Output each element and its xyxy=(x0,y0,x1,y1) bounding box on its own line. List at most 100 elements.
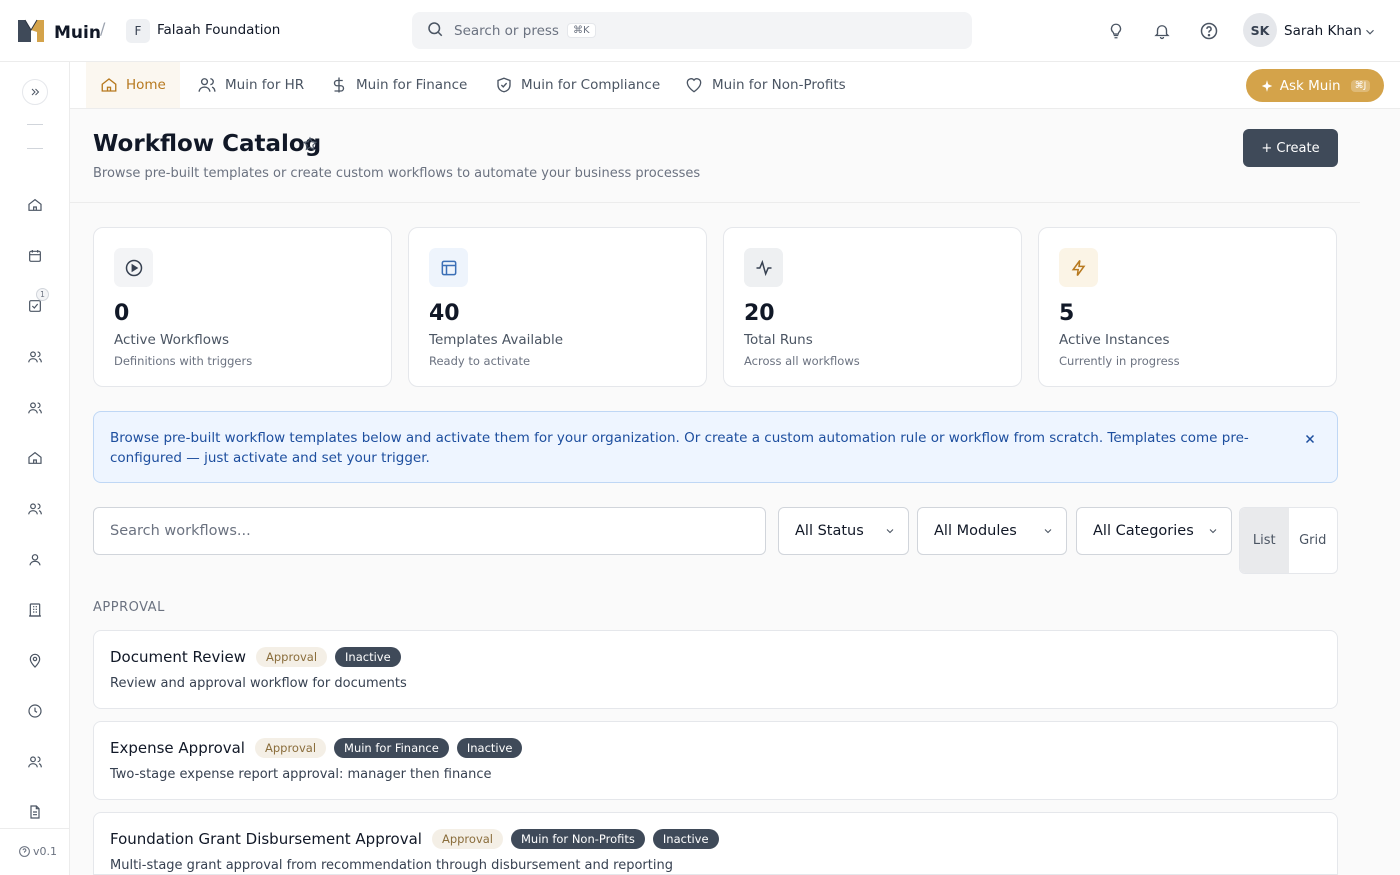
clock-icon xyxy=(28,704,42,718)
top-bar: Muin / F Falaah Foundation Search or pre… xyxy=(0,0,1400,62)
help-icon[interactable] xyxy=(1198,20,1220,42)
sidebar-item-documents[interactable] xyxy=(24,801,46,823)
stat-label: Total Runs xyxy=(744,332,813,348)
ask-muin-button[interactable]: Ask Muin ⌘J xyxy=(1246,69,1384,102)
workflow-description: Two-stage expense report approval: manag… xyxy=(110,767,492,782)
stat-description: Ready to activate xyxy=(429,354,531,368)
category-badge: Approval xyxy=(254,738,327,758)
page-title: Workflow Catalog xyxy=(93,131,322,157)
user-icon xyxy=(29,554,41,566)
view-toggle: List Grid xyxy=(1239,507,1338,574)
select-value: All Categories xyxy=(1093,523,1194,539)
brand-logo[interactable]: Muin xyxy=(16,16,101,50)
sidebar-item-groups[interactable] xyxy=(24,498,46,520)
muin-logo-icon xyxy=(16,16,46,50)
category-badge: Approval xyxy=(431,829,503,849)
lightbulb-icon[interactable] xyxy=(1105,20,1127,42)
workflow-row[interactable]: Document Review Approval Inactive Review… xyxy=(93,630,1338,709)
office-icon xyxy=(29,603,41,617)
tab-label: Muin for Compliance xyxy=(521,77,661,93)
tasks-count-badge: 1 xyxy=(36,288,49,301)
section-heading: APPROVAL xyxy=(93,600,165,615)
stat-card-active-instances: 5 Active Instances Currently in progress xyxy=(1038,227,1337,387)
search-placeholder: Search or press xyxy=(454,22,559,39)
sidebar-item-locations[interactable] xyxy=(24,650,46,672)
sidebar-item-home[interactable] xyxy=(24,194,46,216)
category-filter-select[interactable]: All Categories xyxy=(1076,507,1232,555)
play-circle-icon xyxy=(114,248,153,287)
view-grid-button[interactable]: Grid xyxy=(1289,508,1338,573)
stat-value: 20 xyxy=(744,301,775,326)
sidebar-item-time[interactable] xyxy=(24,700,46,722)
sidebar-divider xyxy=(27,148,43,149)
workflow-description: Review and approval workflow for documen… xyxy=(110,676,407,691)
sidebar-divider xyxy=(27,124,43,125)
layout-template-icon xyxy=(429,248,468,287)
workflow-title: Foundation Grant Disbursement Approval xyxy=(110,830,422,848)
tab-home[interactable]: Home xyxy=(86,62,180,108)
brand-name: Muin xyxy=(54,23,101,43)
sidebar-item-people[interactable] xyxy=(24,346,46,368)
users-icon xyxy=(28,402,42,414)
org-switcher[interactable]: Falaah Foundation xyxy=(157,22,280,38)
tab-hr[interactable]: Muin for HR xyxy=(183,62,318,108)
workflow-row[interactable]: Foundation Grant Disbursement Approval A… xyxy=(93,812,1338,875)
select-value: All Status xyxy=(795,523,864,539)
workflow-row[interactable]: Expense Approval Approval Muin for Finan… xyxy=(93,721,1338,800)
ask-muin-shortcut: ⌘J xyxy=(1350,79,1371,92)
users-icon xyxy=(28,503,42,515)
users-icon xyxy=(28,351,42,363)
tab-label: Muin for Non-Profits xyxy=(712,77,846,93)
bell-icon[interactable] xyxy=(1151,20,1173,42)
create-button[interactable]: + Create xyxy=(1243,129,1338,167)
tab-compliance[interactable]: Muin for Compliance xyxy=(481,62,674,108)
status-filter-select[interactable]: All Status xyxy=(778,507,909,555)
org-initial-badge[interactable]: F xyxy=(126,19,150,43)
sidebar-item-teams[interactable] xyxy=(24,397,46,419)
module-badge: Muin for Finance xyxy=(334,738,449,758)
close-icon[interactable] xyxy=(1301,430,1319,448)
avatar[interactable]: SK xyxy=(1243,13,1277,47)
chevrons-right-icon xyxy=(29,83,41,102)
sidebar-item-calendar[interactable] xyxy=(24,245,46,267)
search-icon xyxy=(426,20,444,42)
sidebar-item-organization[interactable] xyxy=(24,447,46,469)
building-icon xyxy=(28,451,42,464)
info-banner-text: Browse pre-built workflow templates belo… xyxy=(110,430,1249,466)
calendar-icon xyxy=(29,250,41,262)
workflow-title: Expense Approval xyxy=(110,739,245,757)
stat-description: Across all workflows xyxy=(744,354,860,368)
tab-label: Home xyxy=(126,77,166,93)
stat-label: Active Instances xyxy=(1059,332,1170,348)
stat-value: 40 xyxy=(429,301,460,326)
chevron-down-icon xyxy=(1044,529,1052,534)
home-icon xyxy=(101,78,117,92)
user-name[interactable]: Sarah Khan xyxy=(1284,23,1362,39)
sidebar-item-offices[interactable] xyxy=(24,599,46,621)
favorite-star-icon[interactable] xyxy=(302,136,318,156)
tab-finance[interactable]: Muin for Finance xyxy=(316,62,481,108)
chevron-down-icon xyxy=(886,529,894,534)
module-filter-select[interactable]: All Modules xyxy=(917,507,1067,555)
chevron-down-icon[interactable] xyxy=(1363,24,1377,43)
stat-value: 5 xyxy=(1059,301,1075,326)
tab-non-profits[interactable]: Muin for Non-Profits xyxy=(670,62,860,108)
sidebar-item-members[interactable] xyxy=(24,751,46,773)
stat-card-total-runs: 20 Total Runs Across all workflows xyxy=(723,227,1022,387)
global-search[interactable]: Search or press ⌘K xyxy=(412,12,972,49)
module-badge: Muin for Non-Profits xyxy=(511,829,645,849)
sidebar-item-profile[interactable] xyxy=(24,549,46,571)
tab-label: Muin for Finance xyxy=(356,77,468,93)
stat-label: Templates Available xyxy=(429,332,564,348)
stat-description: Definitions with triggers xyxy=(114,354,253,368)
page-subtitle: Browse pre-built templates or create cus… xyxy=(93,166,701,181)
sidebar-expand-button[interactable] xyxy=(22,79,48,105)
stat-label: Active Workflows xyxy=(114,332,230,348)
view-list-button[interactable]: List xyxy=(1240,508,1289,573)
sidebar: 1 v0.1 xyxy=(0,62,70,875)
stat-description: Currently in progress xyxy=(1059,354,1180,368)
document-icon xyxy=(30,805,40,819)
workflow-search-input[interactable] xyxy=(93,507,766,555)
header-divider xyxy=(70,202,1360,203)
lightning-icon xyxy=(1059,248,1098,287)
